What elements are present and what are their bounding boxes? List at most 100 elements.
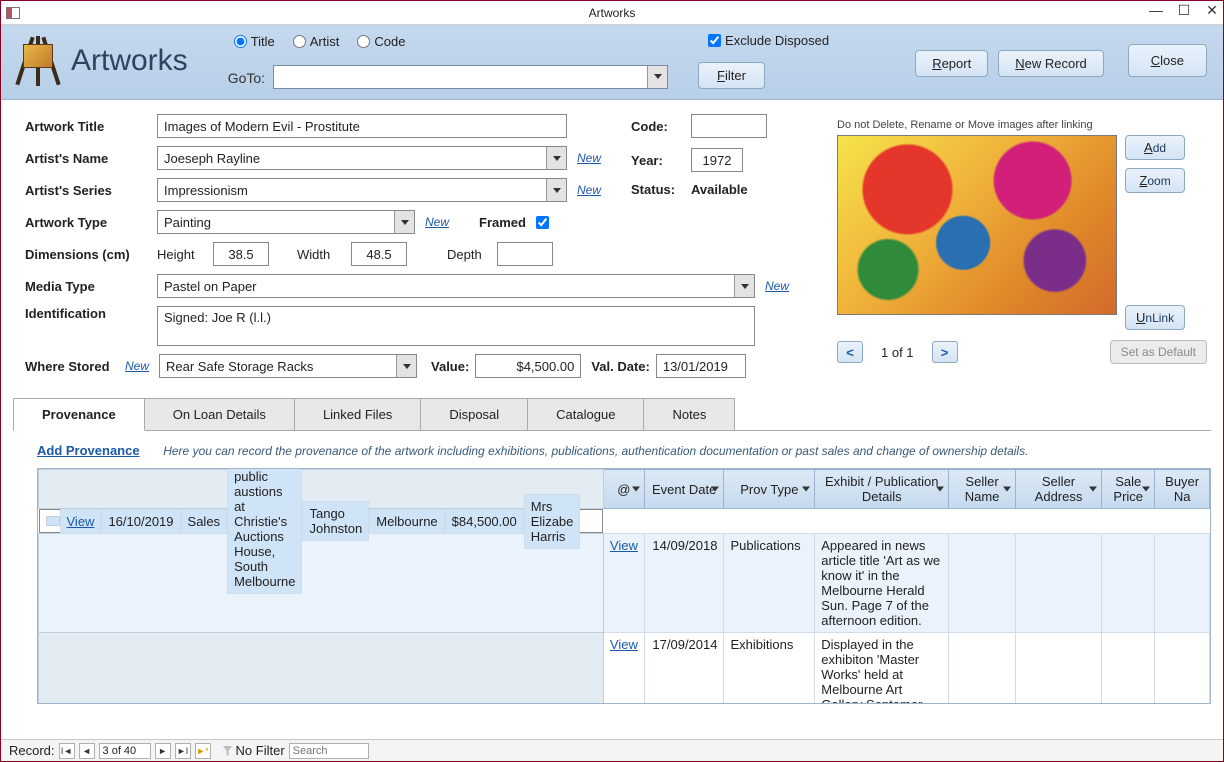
record-navigator: Record: I◄ ◄ ► ►I ►* No Filter <box>1 739 1223 761</box>
record-position-input[interactable] <box>99 743 151 759</box>
year-input[interactable] <box>691 148 743 172</box>
nav-first-button[interactable]: I◄ <box>59 743 75 759</box>
col-seller-name[interactable]: Seller Name <box>949 470 1016 509</box>
report-button[interactable]: Report <box>915 50 988 77</box>
set-default-button[interactable]: Set as Default <box>1110 340 1207 364</box>
col-prov-type[interactable]: Prov Type <box>724 470 815 509</box>
provenance-grid: @ Event Date Prov Type Exhibit / Publica… <box>37 468 1211 704</box>
tab-strip: Provenance On Loan Details Linked Files … <box>13 398 1211 431</box>
artwork-type-select[interactable]: Painting <box>157 210 415 234</box>
add-provenance-link[interactable]: Add Provenance <box>37 443 140 458</box>
tab-disposal[interactable]: Disposal <box>421 398 528 430</box>
col-buyer-name[interactable]: Buyer Na <box>1155 470 1210 509</box>
col-details[interactable]: Exhibit / Publication Details <box>815 470 949 509</box>
artwork-thumbnail[interactable] <box>837 135 1117 315</box>
tab-on-loan[interactable]: On Loan Details <box>145 398 295 430</box>
nav-new-button[interactable]: ►* <box>195 743 211 759</box>
artwork-type-label: Artwork Type <box>25 215 157 230</box>
width-label: Width <box>297 247 351 262</box>
ident-label: Identification <box>25 306 157 321</box>
pager-prev-button[interactable]: < <box>837 341 863 363</box>
depth-label: Depth <box>447 247 497 262</box>
artist-name-select[interactable]: Joeseph Rayline <box>157 146 567 170</box>
close-icon[interactable]: ✕ <box>1205 3 1219 17</box>
page-heading: Artworks <box>71 44 188 78</box>
pager-next-button[interactable]: > <box>932 341 958 363</box>
framed-label: Framed <box>479 215 526 230</box>
tab-linked-files[interactable]: Linked Files <box>295 398 421 430</box>
table-row[interactable]: View14/09/2018PublicationsAppeared in ne… <box>39 534 1210 633</box>
status-value: Available <box>691 182 748 197</box>
col-view[interactable]: @ <box>603 470 644 509</box>
artwork-title-input[interactable] <box>157 114 567 138</box>
type-new-link[interactable]: New <box>425 215 449 229</box>
image-panel: Do not Delete, Rename or Move images aft… <box>837 119 1207 364</box>
table-row[interactable]: View16/10/2019SalesSold buy public austi… <box>39 509 604 533</box>
radio-code[interactable]: Code <box>357 34 405 49</box>
tab-notes[interactable]: Notes <box>644 398 735 430</box>
table-row[interactable]: View17/09/2014ExhibitionsDisplayed in th… <box>39 633 1210 704</box>
minimize-icon[interactable]: — <box>1149 3 1163 17</box>
image-add-button[interactable]: Add <box>1125 135 1185 160</box>
provenance-hint: Here you can record the provenance of th… <box>163 444 1028 458</box>
form-icon <box>1 7 25 19</box>
col-sale-price[interactable]: Sale Price <box>1102 470 1155 509</box>
goto-label: GoTo: <box>228 70 265 86</box>
col-event-date[interactable]: Event Date <box>644 470 724 509</box>
search-mode-radios: Title Artist Code <box>234 34 668 49</box>
code-input[interactable] <box>691 114 767 138</box>
width-input[interactable] <box>351 242 407 266</box>
nav-prev-button[interactable]: ◄ <box>79 743 95 759</box>
header-band: Artworks Title Artist Code GoTo: Exclude… <box>1 25 1223 100</box>
code-label: Code: <box>631 119 691 134</box>
value-input[interactable] <box>475 354 581 378</box>
image-unlink-button[interactable]: UnLink <box>1125 305 1185 330</box>
artist-series-label: Artist's Series <box>25 183 157 198</box>
col-seller-address[interactable]: Seller Address <box>1015 470 1101 509</box>
image-pager: < 1 of 1 > Set as Default <box>837 330 1207 364</box>
filter-button[interactable]: Filter <box>698 62 765 89</box>
easel-icon <box>17 36 59 86</box>
new-record-button[interactable]: New Record <box>998 50 1104 77</box>
nav-next-button[interactable]: ► <box>155 743 171 759</box>
radio-title[interactable]: Title <box>234 34 275 49</box>
window-title: Artworks <box>589 6 636 20</box>
row-view-link[interactable]: View <box>67 514 95 529</box>
pager-position: 1 of 1 <box>869 345 926 360</box>
artwork-title-label: Artwork Title <box>25 119 157 134</box>
exclude-disposed-checkbox[interactable]: Exclude Disposed <box>708 33 829 48</box>
nav-last-button[interactable]: ►I <box>175 743 191 759</box>
artist-new-link[interactable]: New <box>577 151 601 165</box>
series-new-link[interactable]: New <box>577 183 601 197</box>
record-search-input[interactable] <box>289 743 369 759</box>
radio-artist[interactable]: Artist <box>293 34 340 49</box>
media-label: Media Type <box>25 279 157 294</box>
goto-select[interactable] <box>273 65 668 89</box>
maximize-icon[interactable]: ☐ <box>1177 3 1191 17</box>
image-zoom-button[interactable]: Zoom <box>1125 168 1185 193</box>
stored-label: Where Stored <box>25 359 125 374</box>
close-button[interactable]: Close <box>1128 44 1207 77</box>
record-label: Record: <box>9 743 55 758</box>
status-label: Status: <box>631 182 691 197</box>
depth-input[interactable] <box>497 242 553 266</box>
height-label: Height <box>157 247 213 262</box>
stored-new-link[interactable]: New <box>125 359 149 373</box>
year-label: Year: <box>631 153 691 168</box>
tab-catalogue[interactable]: Catalogue <box>528 398 644 430</box>
tab-body: Add Provenance Here you can record the p… <box>13 437 1211 704</box>
image-warning: Do not Delete, Rename or Move images aft… <box>837 119 1207 131</box>
dimensions-label: Dimensions (cm) <box>25 247 157 262</box>
stored-select[interactable]: Rear Safe Storage Racks <box>159 354 417 378</box>
no-filter-indicator: No Filter <box>223 743 285 758</box>
artist-name-label: Artist's Name <box>25 151 157 166</box>
row-view-link[interactable]: View <box>610 538 638 553</box>
framed-checkbox[interactable] <box>536 216 549 229</box>
funnel-icon <box>223 746 233 756</box>
value-label: Value: <box>431 359 469 374</box>
tab-provenance[interactable]: Provenance <box>13 398 145 431</box>
row-view-link[interactable]: View <box>610 637 638 652</box>
window-titlebar: Artworks — ☐ ✕ <box>1 1 1223 25</box>
artist-series-select[interactable]: Impressionism <box>157 178 567 202</box>
height-input[interactable] <box>213 242 269 266</box>
